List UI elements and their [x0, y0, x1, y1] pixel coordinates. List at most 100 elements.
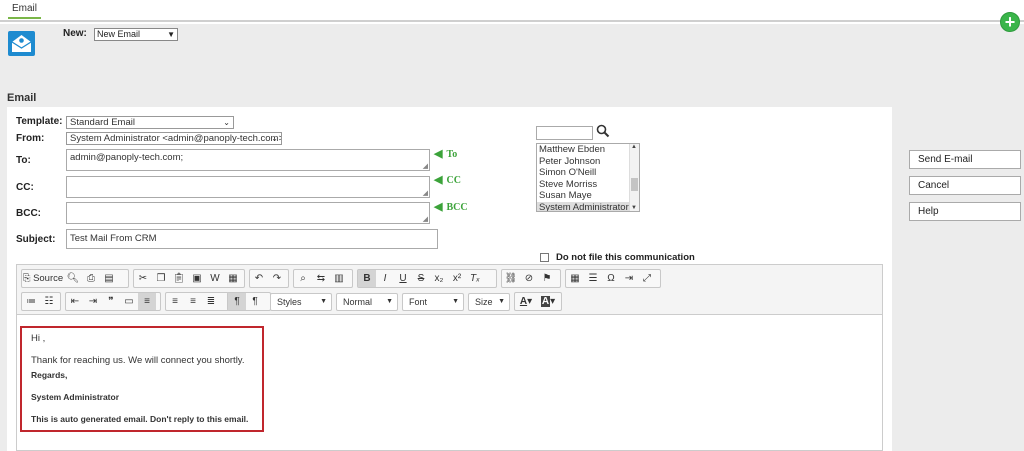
list-item[interactable]: Simon O'Neill — [537, 167, 639, 179]
special-char-icon[interactable]: Ω — [602, 270, 620, 287]
add-bcc-arrow[interactable]: ◀ BCC — [434, 200, 468, 213]
font-combo[interactable]: Font ▼ — [402, 293, 464, 311]
align-left-icon[interactable]: ≡ — [138, 293, 156, 310]
scrollbar-thumb[interactable] — [631, 178, 638, 191]
new-item-select[interactable]: New Email ▼ — [94, 28, 178, 41]
align-center-icon[interactable]: ≡ — [166, 293, 184, 310]
maximize-icon[interactable]: ⤢ — [638, 270, 656, 287]
bcc-label: BCC: — [16, 208, 41, 219]
resize-grip-icon[interactable]: ◢ — [423, 215, 428, 223]
rich-text-editor: ⎘ Source 🔍︎ ⎙ ▤ ✂ ❐ 📋︎ ▣ W ▦ ↶ ↷ ⌕ ⇆ ▥ B… — [16, 264, 883, 451]
paste-word-icon[interactable]: W — [206, 270, 224, 287]
page-break-icon[interactable]: ⇥ — [620, 270, 638, 287]
superscript-icon[interactable]: x² — [448, 270, 466, 287]
email-body[interactable]: Hi , Thank for reaching us. We will conn… — [20, 326, 264, 432]
templates-icon[interactable]: ▤ — [100, 270, 118, 287]
body-regards: Regards, — [31, 370, 68, 380]
help-button[interactable]: Help — [909, 202, 1021, 221]
link-icon[interactable]: ⛓ — [502, 270, 520, 287]
source-button[interactable]: ⎘ Source — [22, 270, 64, 287]
size-combo[interactable]: Size ▼ — [468, 293, 510, 311]
resize-grip-icon[interactable]: ◢ — [423, 162, 428, 170]
justify-icon[interactable]: ≣ — [202, 293, 220, 310]
new-label: New: — [63, 28, 87, 39]
paste-text-icon[interactable]: ▣ — [188, 270, 206, 287]
add-button[interactable]: + — [1000, 12, 1020, 32]
list-item[interactable]: Susan Maye — [537, 190, 639, 202]
bold-icon[interactable]: B — [358, 270, 376, 287]
find-icon[interactable]: ⌕ — [294, 270, 312, 287]
strikethrough-icon[interactable]: S — [412, 270, 430, 287]
body-line: Thank for reaching us. We will connect y… — [31, 355, 245, 366]
paste-icon[interactable]: 📋︎ — [170, 270, 188, 287]
list-item[interactable]: Steve Morriss — [537, 179, 639, 191]
template-select[interactable]: Standard Email ⌄ — [66, 116, 234, 129]
subscript-icon[interactable]: x₂ — [430, 270, 448, 287]
contact-list[interactable]: Matthew Ebden Peter Johnson Simon O'Neil… — [536, 143, 640, 212]
tab-email[interactable]: Email — [8, 3, 42, 19]
text-color-icon[interactable]: A▾ — [515, 293, 537, 310]
chevron-down-icon: ▼ — [386, 298, 393, 305]
format-combo[interactable]: Normal ▼ — [336, 293, 398, 311]
remove-format-icon[interactable]: Tₓ — [466, 270, 484, 287]
contact-search-input[interactable] — [536, 126, 593, 140]
to-label: To: — [16, 155, 31, 166]
scroll-up-icon[interactable]: ▲ — [631, 144, 637, 150]
from-select[interactable]: System Administrator <admin@panoply-tech… — [66, 132, 282, 145]
list-item[interactable]: Peter Johnson — [537, 156, 639, 168]
underline-icon[interactable]: U — [394, 270, 412, 287]
chevron-down-icon: ▼ — [320, 298, 327, 305]
chevron-down-icon: ▼ — [498, 298, 505, 305]
styles-combo[interactable]: Styles ▼ — [270, 293, 332, 311]
numbered-list-icon[interactable]: ≔ — [22, 293, 40, 310]
list-item-selected[interactable]: System Administrator — [537, 201, 639, 211]
editor-toolbar: ⎘ Source 🔍︎ ⎙ ▤ ✂ ❐ 📋︎ ▣ W ▦ ↶ ↷ ⌕ ⇆ ▥ B… — [17, 265, 882, 315]
cc-field[interactable]: ◢ — [66, 176, 430, 198]
blockquote-icon[interactable]: ❞ — [102, 293, 120, 310]
horizontal-line-icon[interactable]: ☰ — [584, 270, 602, 287]
increase-indent-icon[interactable]: ⇥ — [84, 293, 102, 310]
do-not-file-checkbox[interactable] — [540, 253, 549, 262]
background-color-icon[interactable]: A▾ — [537, 293, 559, 310]
bcc-field[interactable]: ◢ — [66, 202, 430, 224]
rtl-icon[interactable]: ¶ — [246, 293, 264, 310]
list-item[interactable]: Matthew Ebden — [537, 144, 639, 156]
undo-icon[interactable]: ↶ — [250, 270, 268, 287]
preview-icon[interactable]: 🔍︎ — [64, 270, 82, 287]
italic-icon[interactable]: I — [376, 270, 394, 287]
scrollbar[interactable]: ▲ ▼ — [629, 144, 639, 211]
print-icon[interactable]: ⎙ — [82, 270, 100, 287]
table-icon[interactable]: ▦ — [566, 270, 584, 287]
scroll-down-icon[interactable]: ▼ — [631, 205, 637, 211]
styles-value: Styles — [277, 297, 302, 307]
select-all-icon[interactable]: ▥ — [330, 270, 348, 287]
copy-icon[interactable]: ❐ — [152, 270, 170, 287]
paste-special-icon[interactable]: ▦ — [224, 270, 242, 287]
send-email-button[interactable]: Send E-mail — [909, 150, 1021, 169]
add-cc-arrow[interactable]: ◀ CC — [434, 173, 461, 186]
align-right-icon[interactable]: ≡ — [184, 293, 202, 310]
new-item-value: New Email — [97, 29, 141, 39]
chevron-down-icon: ▼ — [167, 30, 175, 39]
redo-icon[interactable]: ↷ — [268, 270, 286, 287]
subject-input[interactable]: Test Mail From CRM — [66, 229, 438, 249]
cut-icon[interactable]: ✂ — [134, 270, 152, 287]
decrease-indent-icon[interactable]: ⇤ — [66, 293, 84, 310]
source-label: Source — [33, 273, 64, 284]
add-to-label: To — [446, 149, 458, 160]
anchor-icon[interactable]: ⚑ — [538, 270, 556, 287]
bulleted-list-icon[interactable]: ☷ — [40, 293, 58, 310]
add-to-arrow[interactable]: ◀ To — [434, 147, 457, 160]
subject-label: Subject: — [16, 234, 56, 245]
replace-icon[interactable]: ⇆ — [312, 270, 330, 287]
chevron-down-icon: ⌄ — [223, 118, 230, 127]
cancel-button[interactable]: Cancel — [909, 176, 1021, 195]
div-container-icon[interactable]: ▭ — [120, 293, 138, 310]
left-arrow-icon: ◀ — [434, 148, 443, 160]
to-value: admin@panoply-tech.com; — [70, 152, 184, 163]
search-icon[interactable] — [596, 124, 610, 141]
unlink-icon[interactable]: ⊘ — [520, 270, 538, 287]
ltr-icon[interactable]: ¶ — [228, 293, 246, 310]
to-field[interactable]: admin@panoply-tech.com; ◢ — [66, 149, 430, 171]
resize-grip-icon[interactable]: ◢ — [423, 189, 428, 197]
